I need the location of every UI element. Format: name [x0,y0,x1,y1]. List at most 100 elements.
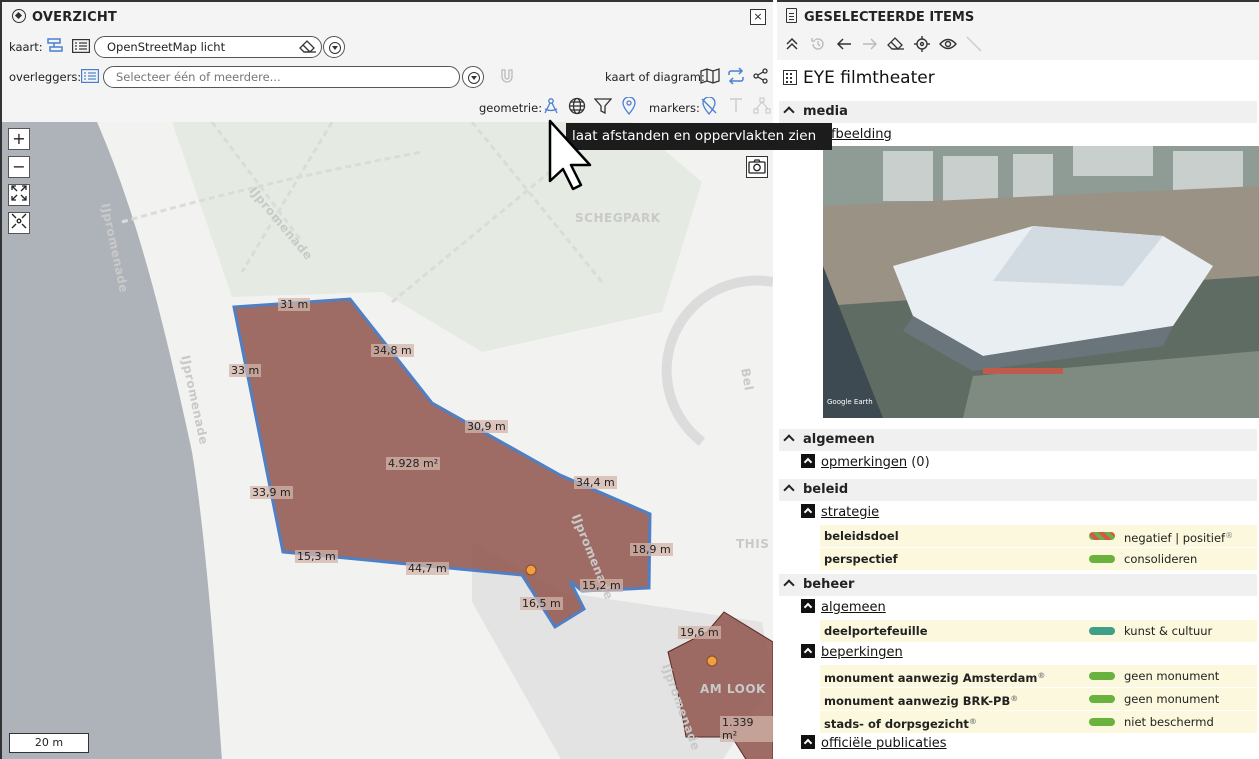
measure-label: 44,7 m [406,562,449,575]
section-media[interactable]: media [779,101,1257,123]
measure-label: 34,8 m [371,344,414,357]
collapse-box-icon[interactable] [801,504,815,518]
marker-dot[interactable] [706,655,718,667]
collapse-box-icon[interactable] [801,644,815,658]
history-icon[interactable] [808,36,828,56]
screenshot-button[interactable] [746,156,768,178]
camera-icon [748,159,766,174]
eye-icon[interactable] [938,36,958,56]
park-label: SCHEGPARK [575,211,661,225]
eraser-icon[interactable] [299,40,317,60]
markers-label: markers: [649,101,700,115]
photo-caption: Google Earth [827,398,873,406]
beperkingen-row[interactable]: beperkingen [801,644,903,662]
collapse-box-icon[interactable] [801,735,815,749]
share-icon[interactable] [753,68,769,87]
close-button[interactable]: × [750,9,766,25]
hide-markers-icon[interactable] [700,96,718,118]
status-swatch [1089,695,1115,703]
zoom-out-button[interactable]: − [8,156,30,178]
selected-polygon[interactable] [232,297,652,630]
forward-arrow-icon[interactable] [860,36,880,56]
measure-label: 31 m [278,298,311,311]
building-icon [783,70,797,85]
magnet-icon[interactable] [499,68,515,87]
selected-items-toolbar [777,32,1259,60]
swap-icon[interactable] [727,67,745,88]
measure-label: 33 m [229,364,262,377]
section-beheer[interactable]: beheer [779,574,1257,596]
map-canvas[interactable]: IJpromenade IJpromenade IJpromenade IJpr… [2,122,773,759]
chevron-up-icon [783,434,795,446]
status-swatch [1089,555,1115,563]
collapse-all-icon[interactable] [782,36,802,56]
section-algemeen[interactable]: algemeen [779,429,1257,451]
layers-tree-icon[interactable] [46,38,64,57]
partial-map-label: THIS I [736,537,773,551]
list-blue-icon[interactable] [81,69,99,86]
opmerkingen-row[interactable]: opmerkingen (0) [801,454,930,472]
media-image-link[interactable]: afbeelding [823,126,892,144]
prop-monument-brk: monument aanwezig BRK-PB® geen monument [820,688,1257,710]
kaart-label: kaart: [9,40,43,54]
beperkingen-link[interactable]: beperkingen [821,645,903,660]
opmerkingen-count: (0) [911,455,930,470]
measure-label: 18,9 m [630,543,673,556]
back-arrow-icon[interactable] [834,36,854,56]
location-pin-icon[interactable] [622,96,636,118]
crosshair-icon[interactable] [912,36,932,56]
selected-items-header: GESELECTEERDE ITEMS [777,2,1259,32]
geometrie-label: geometrie: [479,101,543,115]
partial-map-label: AM LOOK [700,682,766,696]
selected-items-title: GESELECTEERDE ITEMS [804,10,975,25]
beheer-algemeen-link[interactable]: algemeen [821,600,886,615]
area-label: 1.339 m² [720,716,773,742]
cluster-icon[interactable] [753,97,771,118]
list-icon[interactable] [72,39,90,56]
overview-title: OVERZICHT [32,10,118,25]
overview-panel: OVERZICHT × kaart: OpenStreetMap licht o… [0,0,773,759]
opmerkingen-link[interactable]: opmerkingen [821,455,907,470]
prop-stadsgezicht: stads- of dorpsgezicht® niet beschermd [820,711,1257,733]
map-icon[interactable] [700,68,720,87]
strategie-link[interactable]: strategie [821,505,879,520]
area-label: 4.928 m² [386,457,441,470]
collapse-box-icon[interactable] [801,599,815,613]
overlay-dropdown-button[interactable] [462,66,484,88]
basemap-dropdown-button[interactable] [323,36,345,58]
zoom-in-button[interactable]: + [8,128,30,150]
fit-extent-button[interactable] [8,184,30,206]
eraser-icon[interactable] [886,36,906,56]
prop-monument-amsterdam: monument aanwezig Amsterdam® geen monume… [820,665,1257,687]
publicaties-link[interactable]: officiële publicaties [821,736,947,751]
measure-icon[interactable] [542,97,560,118]
filter-icon[interactable] [593,98,613,117]
measure-label: 19,6 m [678,626,721,639]
marker-dot[interactable] [525,564,537,576]
section-beleid[interactable]: beleid [779,479,1257,501]
prop-beleidsdoel: beleidsdoel negatief | positief® [820,525,1257,547]
globe-icon[interactable] [568,97,586,118]
clipboard-icon [786,8,797,23]
mouse-cursor-icon [548,119,592,191]
building-photo[interactable]: Google Earth [823,146,1259,418]
measure-label: 34,4 m [574,476,617,489]
prop-deelportefeuille: deelportefeuille kunst & cultuur [820,620,1257,642]
beheer-algemeen-row[interactable]: algemeen [801,599,886,617]
publicaties-row[interactable]: officiële publicaties [801,735,947,753]
overlay-select[interactable]: Selecteer één of meerdere... [103,66,460,88]
strategie-row[interactable]: strategie [801,504,879,522]
zoom-to-selection-button[interactable] [8,212,30,234]
scale-bar: 20 m [9,733,89,753]
item-title-text: EYE filmtheater [803,68,935,88]
chevron-up-icon [783,106,795,118]
chevron-up-icon [783,579,795,591]
measure-label: 16,5 m [520,597,563,610]
basemap-select[interactable]: OpenStreetMap licht [94,36,322,58]
overlay-placeholder: Selecteer één of meerdere... [116,70,281,84]
line-icon[interactable] [964,36,984,56]
collapse-box-icon[interactable] [801,454,815,468]
prop-perspectief: perspectief consolideren [820,548,1257,570]
text-icon[interactable] [728,97,744,116]
expand-icon [11,185,27,201]
